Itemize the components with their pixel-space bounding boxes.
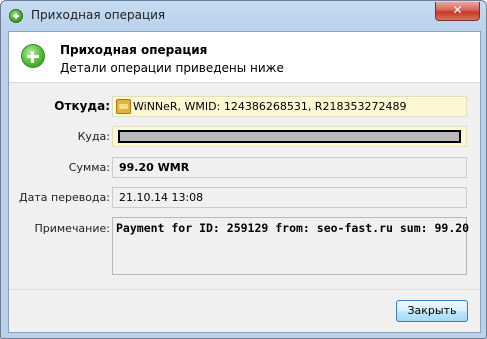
wallet-icon xyxy=(116,99,131,114)
from-field[interactable]: WiNNeR, WMID: 124386268531, R21835327248… xyxy=(112,96,467,117)
amount-field[interactable]: 99.20 WMR xyxy=(112,157,467,178)
note-field[interactable]: Payment for ID: 259129 from: seo-fast.ru… xyxy=(112,217,470,275)
note-label: Примечание: xyxy=(34,222,110,235)
note-value: Payment for ID: 259129 from: seo-fast.ru… xyxy=(116,221,470,235)
amount-label: Сумма: xyxy=(68,161,110,174)
green-plus-icon xyxy=(9,9,23,23)
from-label: Откуда: xyxy=(54,99,110,113)
title-bar[interactable]: Приходная операция ✕ xyxy=(1,1,486,31)
date-field[interactable]: 21.10.14 13:08 xyxy=(112,187,467,208)
dialog-header: Приходная операция Детали операции приве… xyxy=(9,32,480,83)
dialog-footer: Закрыть xyxy=(9,289,480,332)
date-label: Дата перевода: xyxy=(19,191,110,204)
amount-value: 99.20 WMR xyxy=(119,161,190,174)
window-close-button[interactable]: ✕ xyxy=(435,2,480,21)
details-panel: Откуда: WiNNeR, WMID: 124386268531, R218… xyxy=(9,83,480,289)
to-field[interactable] xyxy=(112,126,467,147)
window-title: Приходная операция xyxy=(31,8,166,22)
close-button[interactable]: Закрыть xyxy=(396,300,468,322)
redacted-value-bar xyxy=(118,130,461,143)
to-label: Куда: xyxy=(77,130,110,143)
green-plus-icon xyxy=(21,44,45,68)
header-title: Приходная операция xyxy=(60,43,208,57)
dialog-client-area: Приходная операция Детали операции приве… xyxy=(8,31,481,333)
date-value: 21.10.14 13:08 xyxy=(119,191,204,204)
close-icon: ✕ xyxy=(452,3,463,17)
dialog-window: Приходная операция ✕ Приходная операция … xyxy=(0,0,487,339)
header-subtitle: Детали операции приведены ниже xyxy=(60,61,284,75)
from-value: WiNNeR, WMID: 124386268531, R21835327248… xyxy=(133,100,407,113)
